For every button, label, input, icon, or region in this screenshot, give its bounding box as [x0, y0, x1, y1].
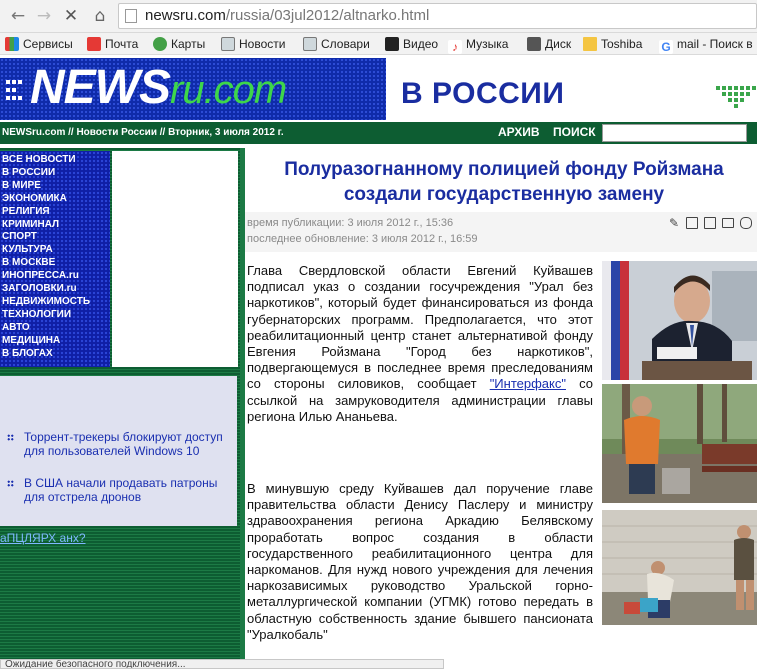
- bookmark-label: Словари: [321, 37, 370, 51]
- article-photo-outdoor[interactable]: [602, 384, 757, 503]
- maps-icon: [153, 37, 167, 51]
- logo-news: NEWS: [30, 61, 171, 114]
- menu-item-culture[interactable]: КУЛЬТУРА: [0, 244, 110, 257]
- disk-icon: [527, 37, 541, 51]
- stop-loading-icon[interactable]: ✕: [61, 6, 81, 26]
- print-icon[interactable]: [686, 217, 698, 229]
- side-news-box: Торрент-трекеры блокируют доступ для пол…: [0, 376, 237, 526]
- url-path: /russia/03jul2012/altnarko.html: [225, 7, 430, 24]
- side-news-link[interactable]: Торрент-трекеры блокируют доступ для пол…: [24, 430, 229, 458]
- article-paragraph-2: В минувшую среду Куйвашев дал поручение …: [247, 481, 593, 642]
- page-icon: [221, 37, 235, 51]
- updated-time: последнее обновление: 3 июля 2012 г., 16…: [247, 233, 478, 245]
- bullet-icon: [7, 480, 14, 487]
- menu-item-economy[interactable]: ЭКОНОМИКА: [0, 193, 110, 206]
- status-bar: Ожидание безопасного подключения...: [0, 659, 444, 669]
- bookmark-disk[interactable]: Диск: [527, 36, 571, 52]
- down-arrow-icon: [716, 86, 756, 108]
- mail-icon: [87, 37, 101, 51]
- menu-side-panel: [112, 151, 238, 367]
- bookmark-label: mail - Поиск в: [677, 37, 753, 51]
- bookmark-label: Toshiba: [601, 37, 643, 51]
- email-icon[interactable]: [722, 218, 734, 228]
- logo-ru: ru.com: [170, 68, 287, 112]
- menu-item-zagolovki[interactable]: ЗАГОЛОВКИ.ru: [0, 283, 110, 296]
- article-photo-official[interactable]: [602, 261, 757, 380]
- url-domain: newsru.com: [145, 7, 226, 24]
- photo-outdoor-image: [602, 384, 757, 503]
- bookmark-label: Сервисы: [23, 37, 73, 51]
- apps-grid-icon: [5, 37, 19, 51]
- menu-item-auto[interactable]: АВТО: [0, 322, 110, 335]
- bookmarks-bar: Сервисы Почта Карты Новости Словари Виде…: [0, 33, 757, 55]
- section-menu: ВСЕ НОВОСТИ В РОССИИ В МИРЕ ЭКОНОМИКА РЕ…: [0, 151, 110, 367]
- google-icon: G: [659, 40, 673, 54]
- article-paragraph-1: Глава Свердловской области Евгений Куйва…: [247, 263, 593, 425]
- search-label: ПОИСК: [553, 125, 596, 139]
- bookmark-dictionaries[interactable]: Словари: [303, 36, 370, 52]
- back-arrow-icon[interactable]: ←: [8, 6, 28, 26]
- bookmark-label: Новости: [239, 37, 286, 51]
- menu-item-realty[interactable]: НЕДВИЖИМОСТЬ: [0, 296, 110, 309]
- menu-item-religion[interactable]: РЕЛИГИЯ: [0, 206, 110, 219]
- bookmark-label: Видео: [403, 37, 439, 51]
- article-headline: Полуразогнанному полицией фонду Ройзмана…: [284, 159, 724, 205]
- bookmark-mail-search[interactable]: Gmail - Поиск в: [659, 36, 753, 54]
- bullet-icon: [7, 434, 14, 441]
- bookmark-toshiba[interactable]: Toshiba: [583, 36, 642, 52]
- logo-dots-icon: [6, 80, 22, 100]
- menu-item-russia[interactable]: В РОССИИ: [0, 167, 110, 180]
- article-photo-construction[interactable]: [602, 510, 757, 625]
- article: Полуразогнанному полицией фонду Ройзмана…: [245, 148, 757, 669]
- promo-link[interactable]: аПЦЛЯРХ анх?: [0, 531, 86, 545]
- bookmark-label: Диск: [545, 37, 572, 51]
- published-time: время публикации: 3 июля 2012 г., 15:36: [247, 217, 454, 229]
- side-news-link[interactable]: В США начали продавать патроны для отстр…: [24, 476, 229, 504]
- menu-item-all-news[interactable]: ВСЕ НОВОСТИ: [0, 154, 110, 167]
- bookmark-services[interactable]: Сервисы: [5, 36, 73, 52]
- page-icon: [303, 37, 317, 51]
- menu-item-blogs[interactable]: В БЛОГАХ: [0, 348, 110, 361]
- photo-official-image: [602, 261, 757, 380]
- bookmark-maps[interactable]: Карты: [153, 36, 205, 52]
- bookmark-video[interactable]: Видео: [385, 36, 438, 52]
- forward-arrow-icon[interactable]: →: [34, 6, 54, 26]
- folder-icon: [583, 37, 597, 51]
- menu-item-inopressa[interactable]: ИНОПРЕССА.ru: [0, 270, 110, 283]
- address-bar[interactable]: newsru.com/russia/03jul2012/altnarko.htm…: [118, 3, 757, 29]
- bookmark-news[interactable]: Новости: [221, 36, 285, 52]
- menu-item-moscow[interactable]: В МОСКВЕ: [0, 257, 110, 270]
- paragraph-text: Глава Свердловской области Евгений Куйва…: [247, 263, 593, 392]
- archive-link[interactable]: АРХИВ: [498, 125, 540, 139]
- photo-construction-image: [602, 510, 757, 625]
- article-tools: ✎: [669, 217, 757, 231]
- page-icon: [125, 9, 137, 23]
- bookmark-mail[interactable]: Почта: [87, 36, 138, 52]
- logo-text: NEWSru.com: [30, 61, 287, 116]
- site-logo[interactable]: NEWSru.com: [0, 58, 386, 120]
- menu-item-technology[interactable]: ТЕХНОЛОГИИ: [0, 309, 110, 322]
- bookmark-label: Почта: [105, 37, 139, 51]
- interfax-link[interactable]: "Интерфакс": [490, 376, 566, 391]
- breadcrumb[interactable]: NEWSru.com // Новости России // Вторник,…: [2, 127, 284, 138]
- site-header: NEWSru.com В РОССИИ: [0, 56, 757, 122]
- camera-icon[interactable]: [740, 217, 752, 229]
- edit-icon[interactable]: ✎: [669, 217, 681, 229]
- left-sidebar: ВСЕ НОВОСТИ В РОССИИ В МИРЕ ЭКОНОМИКА РЕ…: [0, 148, 240, 669]
- browser-toolbar: ← → ✕ ⌂ newsru.com/russia/03jul2012/altn…: [0, 0, 757, 33]
- search-input[interactable]: [602, 124, 747, 142]
- bookmark-music[interactable]: ♪ Музыка: [448, 36, 509, 54]
- menu-item-medicine[interactable]: МЕДИЦИНА: [0, 335, 110, 348]
- menu-item-world[interactable]: В МИРЕ: [0, 180, 110, 193]
- nav-bar: NEWSru.com // Новости России // Вторник,…: [0, 122, 757, 144]
- menu-item-sport[interactable]: СПОРТ: [0, 231, 110, 244]
- menu-item-crime[interactable]: КРИМИНАЛ: [0, 219, 110, 232]
- bookmark-label: Карты: [171, 37, 206, 51]
- music-note-icon: ♪: [448, 40, 462, 54]
- section-title: В РОССИИ: [401, 77, 565, 110]
- save-icon[interactable]: [704, 217, 716, 229]
- home-icon[interactable]: ⌂: [90, 6, 110, 26]
- video-icon: [385, 37, 399, 51]
- bookmark-label: Музыка: [466, 37, 509, 51]
